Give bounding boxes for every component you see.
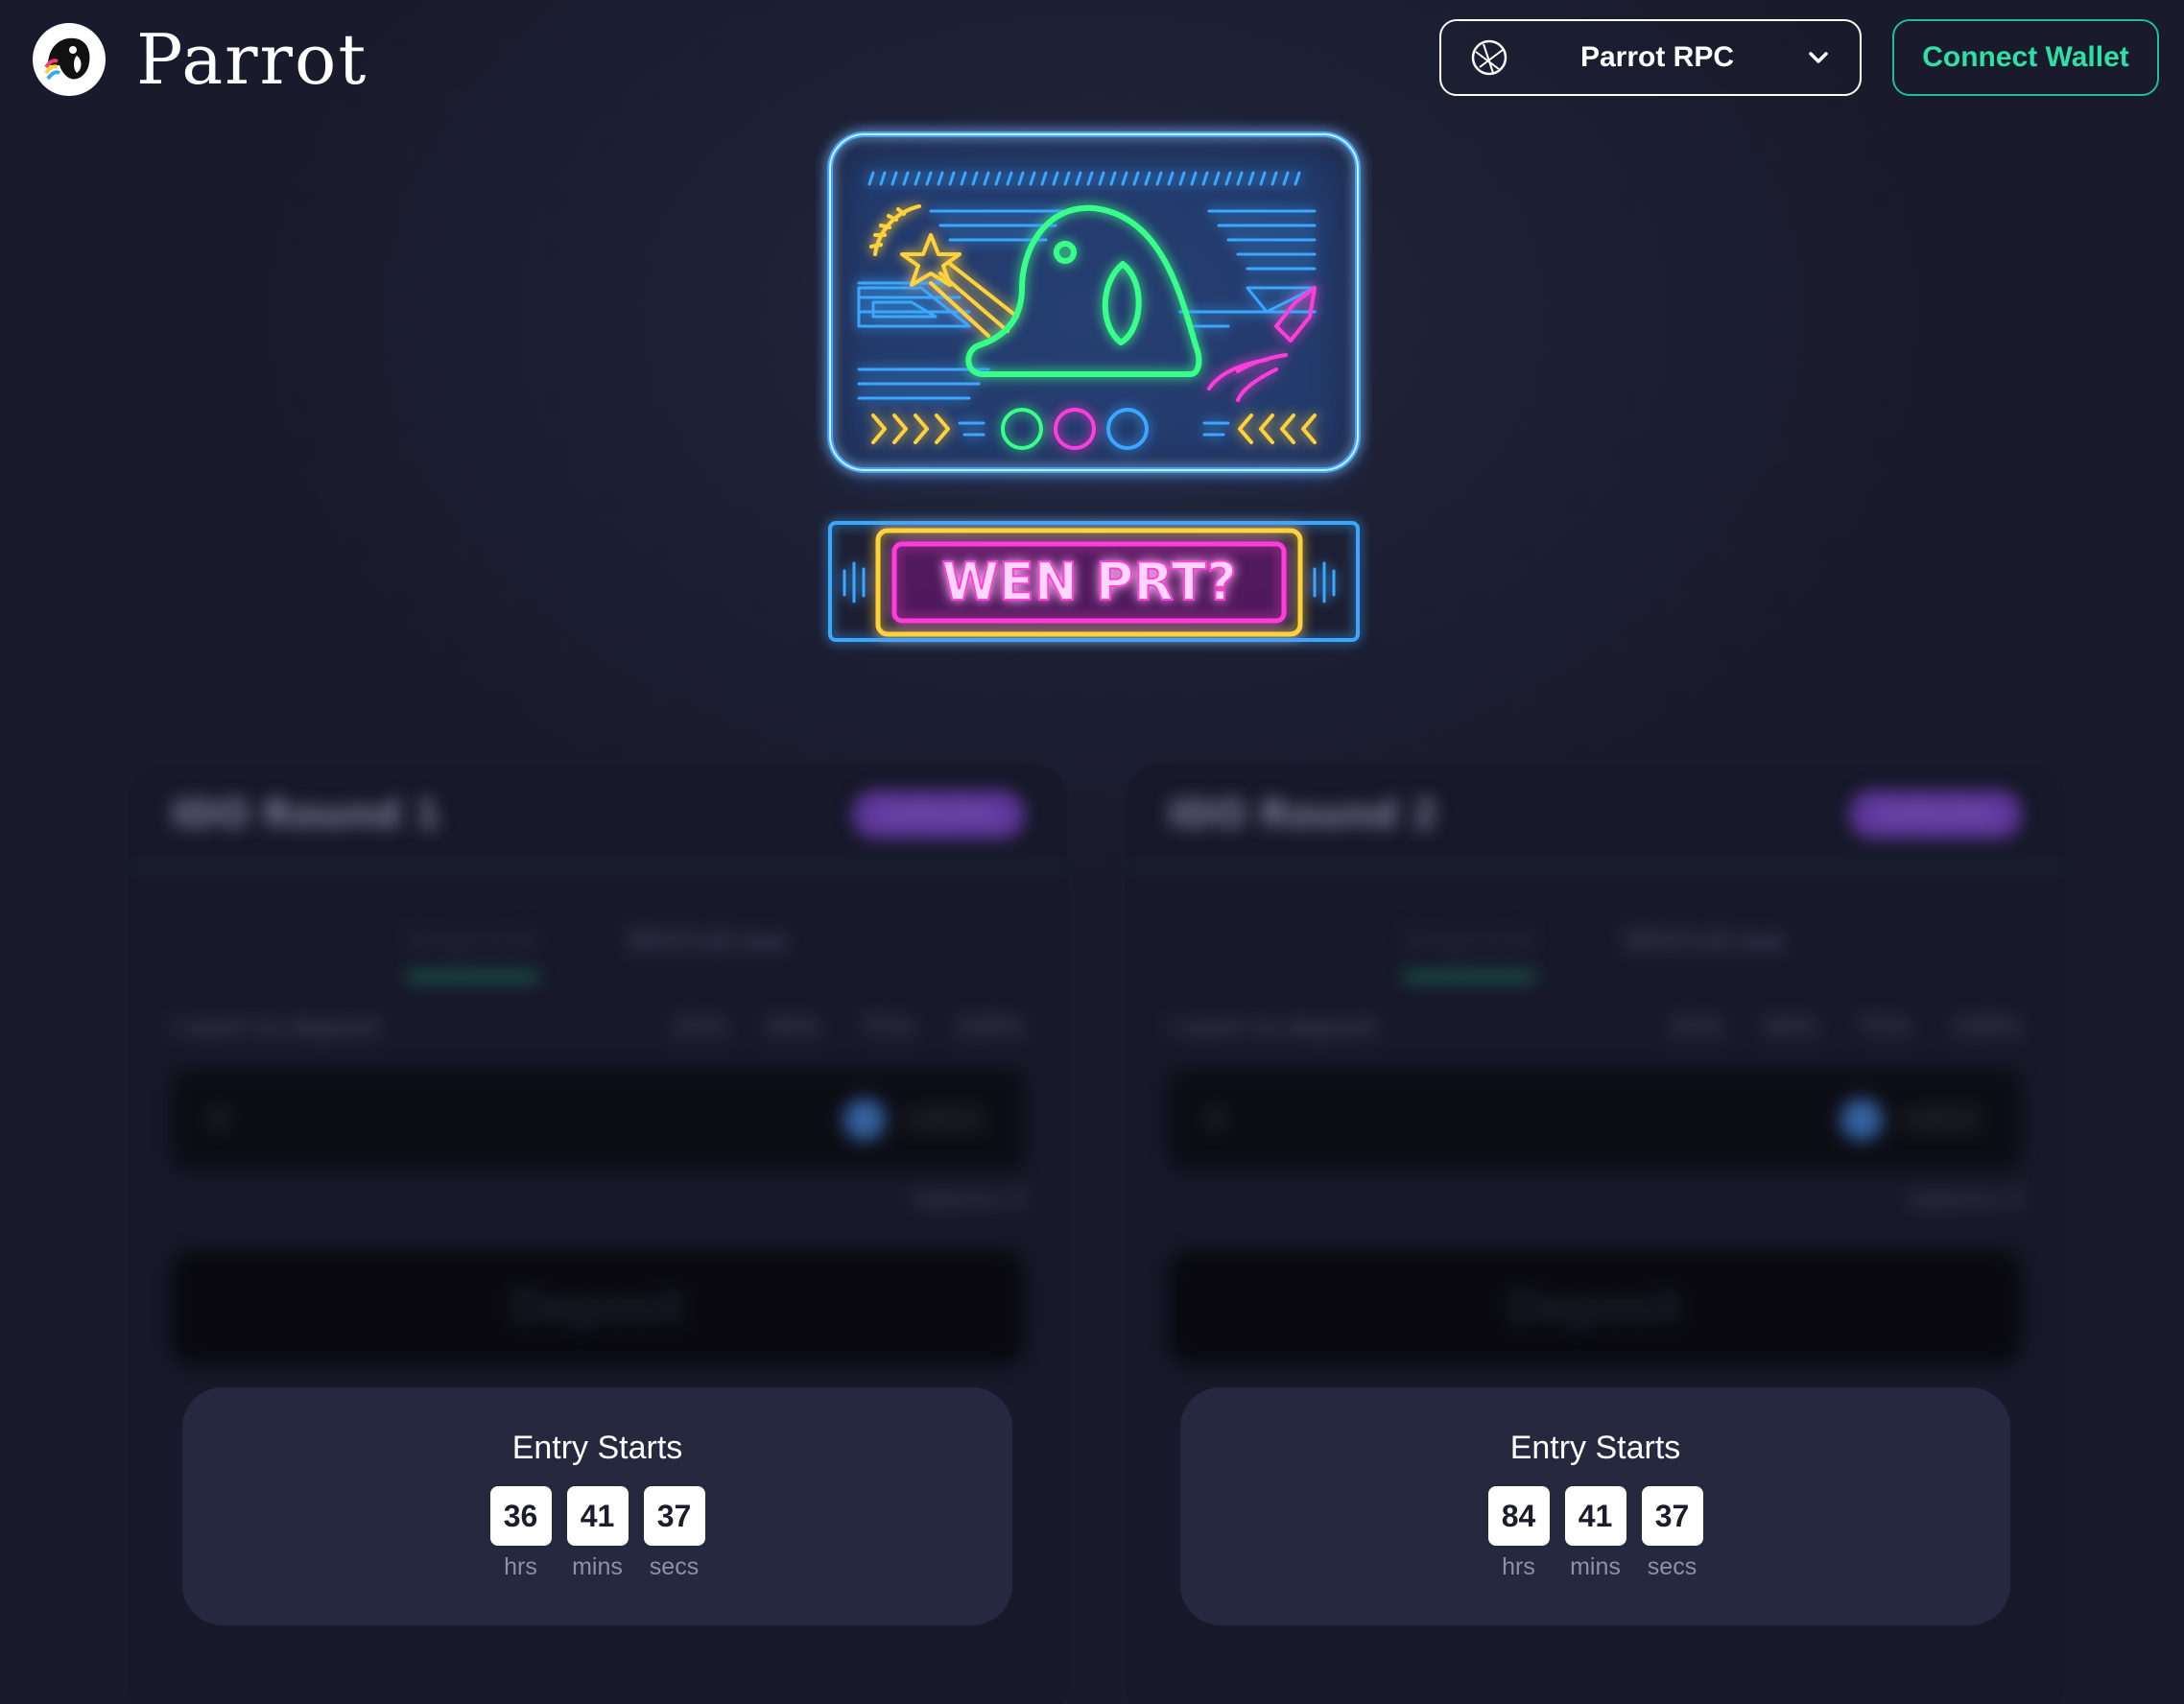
countdown-hours: 36 [489, 1486, 552, 1546]
balance-text: balance: 0 [914, 1188, 1025, 1212]
rpc-label: Parrot RPC [1579, 41, 1735, 73]
tab-deposit[interactable]: Deposit [1403, 921, 1536, 980]
entry-starts-title: Entry Starts [511, 1430, 683, 1466]
network-icon [1471, 39, 1507, 76]
amount-value: 0 [1206, 1102, 1225, 1137]
status-badge: Coming Soon [1849, 790, 2022, 839]
amount-input[interactable]: 0 USDC [1168, 1069, 2022, 1171]
token-label: USDC [904, 1102, 986, 1137]
percent-option-50[interactable]: 50% [1763, 1013, 1818, 1042]
deposit-button[interactable]: Deposit [1168, 1250, 2022, 1365]
usdc-icon [843, 1099, 886, 1141]
amount-value: 0 [209, 1102, 228, 1137]
percent-option-100[interactable]: 100% [1951, 1013, 2022, 1042]
parrot-logo-icon [33, 23, 106, 96]
card-content-blurred: IDO Round 2 Coming Soon Deposit Withdraw… [1125, 763, 2065, 1365]
balance-text: balance: 0 [1911, 1188, 2022, 1212]
countdown-seconds: 37 [1641, 1486, 1703, 1546]
countdown-hours: 84 [1487, 1486, 1550, 1546]
countdown-minutes: 41 [1564, 1486, 1626, 1546]
countdown-timer: 84 hrs 41 mins 37 secs [1180, 1486, 2010, 1581]
entry-countdown-panel-1: Entry Starts 36 hrs 41 mins 37 secs [182, 1387, 1012, 1625]
percent-option-100[interactable]: 100% [954, 1013, 1025, 1042]
percent-option-75[interactable]: 75% [860, 1013, 915, 1042]
minutes-label: mins [572, 1553, 623, 1580]
deposit-button[interactable]: Deposit [171, 1250, 1025, 1365]
entry-countdown-panel-2: Entry Starts 84 hrs 41 mins 37 secs [1180, 1387, 2010, 1625]
deposit-prompt: I want to deposit [1168, 1013, 1378, 1042]
percent-option-50[interactable]: 50% [766, 1013, 821, 1042]
percent-option-25[interactable]: 25% [1669, 1013, 1724, 1042]
banner-text: WEN PRT? [941, 552, 1236, 612]
tab-deposit[interactable]: Deposit [406, 921, 539, 980]
percent-option-25[interactable]: 25% [672, 1013, 727, 1042]
token-label: USDC [1901, 1102, 1983, 1137]
countdown-minutes: 41 [566, 1486, 629, 1546]
chevron-down-icon [1809, 52, 1828, 63]
tab-withdraw[interactable]: Withdraw [1622, 921, 1786, 980]
seconds-label: secs [649, 1553, 700, 1580]
countdown-timer: 36 hrs 41 mins 37 secs [182, 1486, 1012, 1581]
hours-label: hrs [504, 1553, 537, 1580]
entry-starts-title: Entry Starts [1509, 1430, 1681, 1466]
tab-withdraw[interactable]: Withdraw [625, 921, 789, 980]
brand-logo[interactable]: Parrot [33, 19, 368, 100]
card-title: IDO Round 1 [171, 792, 441, 837]
seconds-label: secs [1647, 1553, 1697, 1580]
countdown-seconds: 37 [643, 1486, 705, 1546]
connect-wallet-button[interactable]: Connect Wallet [1892, 19, 2159, 96]
brand-name: Parrot [136, 19, 368, 100]
card-title: IDO Round 2 [1168, 792, 1438, 837]
rpc-selector[interactable]: Parrot RPC [1439, 19, 1862, 96]
amount-input[interactable]: 0 USDC [171, 1069, 1025, 1171]
status-badge: Coming Soon [852, 790, 1025, 839]
percent-option-75[interactable]: 75% [1857, 1013, 1912, 1042]
minutes-label: mins [1570, 1553, 1621, 1580]
hours-label: hrs [1502, 1553, 1535, 1580]
card-content-blurred: IDO Round 1 Coming Soon Deposit Withdraw… [128, 763, 1068, 1365]
deposit-prompt: I want to deposit [171, 1013, 381, 1042]
usdc-icon [1840, 1099, 1883, 1141]
hero-neon-art: WEN PRT? [816, 120, 1372, 657]
